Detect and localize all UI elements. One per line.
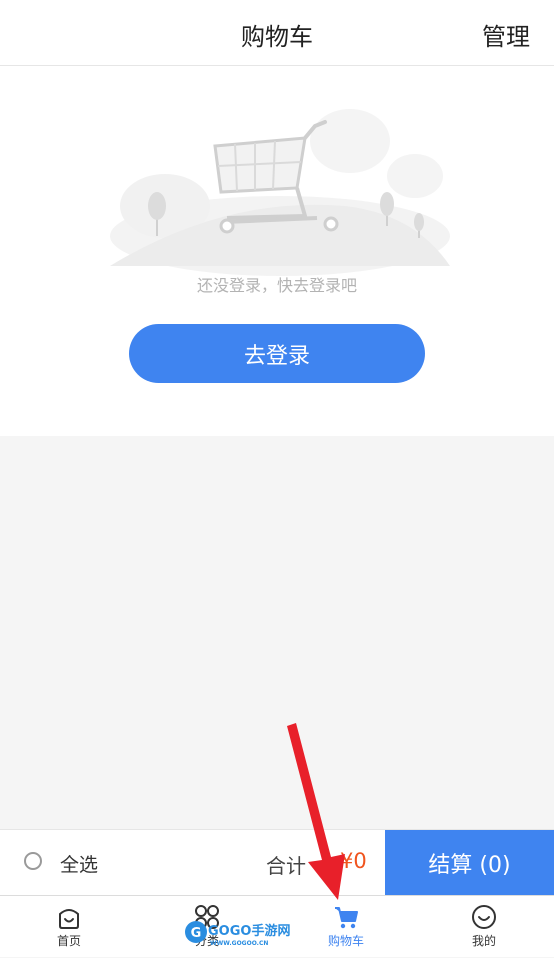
- manage-button[interactable]: 管理: [482, 17, 530, 52]
- checkout-bar: 全选 合计 ¥0 结算 (0): [0, 829, 554, 895]
- select-all-checkbox[interactable]: [24, 852, 42, 870]
- page-title: 购物车: [241, 23, 313, 51]
- login-button[interactable]: 去登录: [129, 324, 425, 383]
- tab-profile-label: 我的: [471, 934, 496, 948]
- total-amount: ¥0: [340, 849, 367, 873]
- svg-text:WWW.GOGOO.CN: WWW.GOGOO.CN: [210, 940, 268, 947]
- svg-text:G: G: [191, 926, 202, 941]
- tab-cart-label: 购物车: [327, 934, 364, 948]
- tab-home-label: 首页: [56, 934, 81, 948]
- select-all-label[interactable]: 全选: [60, 850, 98, 877]
- home-icon: [59, 909, 79, 929]
- not-logged-in-message: 还没登录，快去登录吧: [196, 276, 357, 295]
- svg-text:GOGO手游网: GOGO手游网: [208, 923, 290, 939]
- tab-home[interactable]: 首页: [0, 896, 138, 958]
- gogo-watermark-logo: G GOGO手游网 WWW.GOGOO.CN: [184, 918, 296, 947]
- empty-cart-illustration: [110, 109, 450, 276]
- tab-cart[interactable]: 购物车: [277, 896, 415, 958]
- empty-cart-panel: 还没登录，快去登录吧 去登录: [0, 66, 554, 436]
- cart-icon: [335, 907, 358, 929]
- top-bar: 购物车 管理: [0, 0, 554, 66]
- tab-profile[interactable]: 我的: [415, 896, 553, 958]
- profile-icon: [472, 905, 496, 929]
- checkout-button[interactable]: 结算 (0): [385, 830, 554, 895]
- total-label: 合计: [266, 854, 306, 878]
